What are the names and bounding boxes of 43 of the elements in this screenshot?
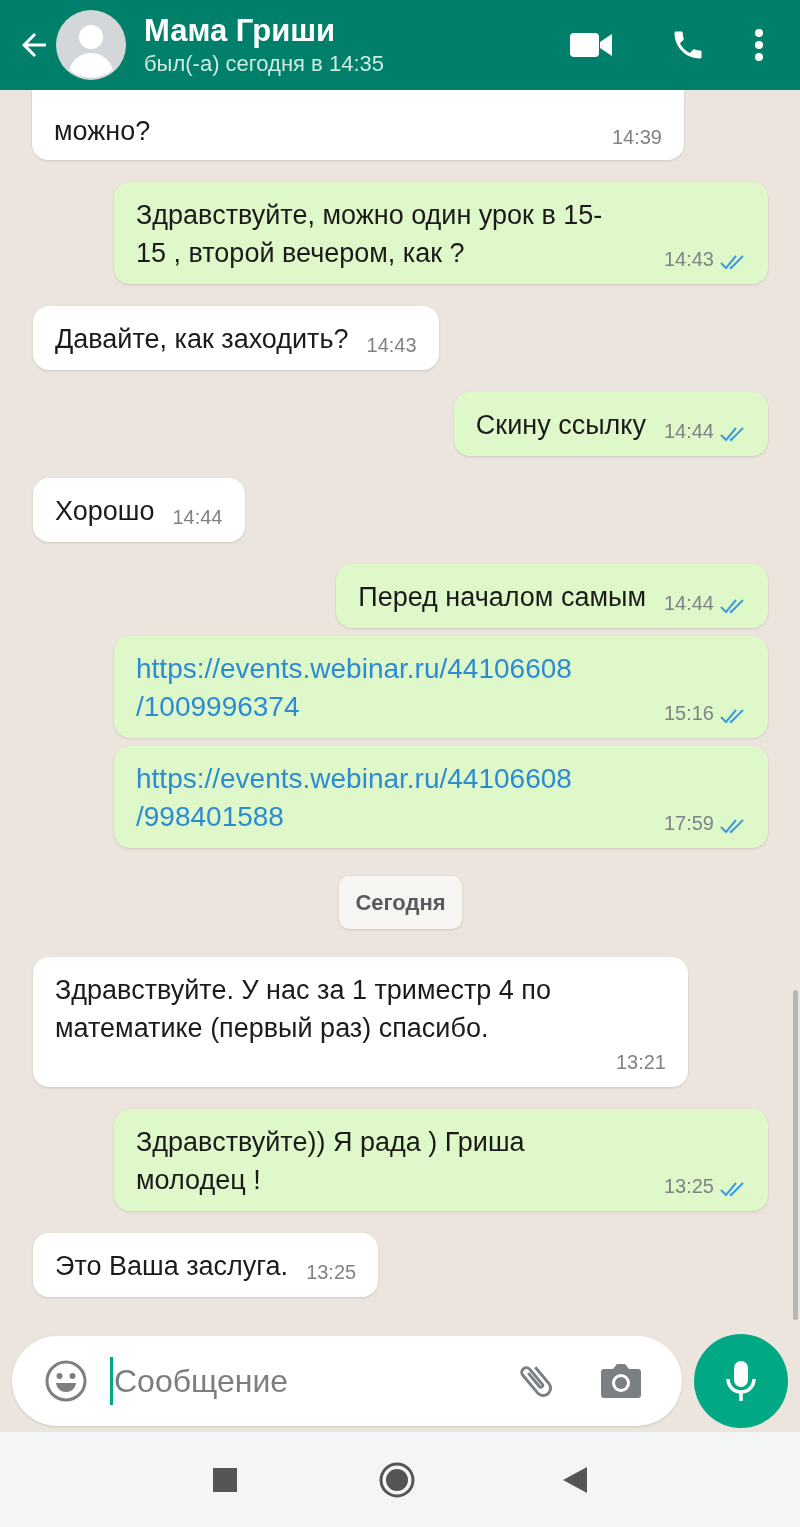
- message-text: Это Ваша заслуга.: [55, 1250, 289, 1283]
- home-button[interactable]: [379, 1461, 415, 1498]
- contact-name: Мама Гриши: [144, 12, 337, 50]
- message-text: Здравствуйте. У нас за 1 триместр 4 по математике (первый раз) спасибо.: [55, 974, 552, 1045]
- camera-icon[interactable]: [600, 1362, 642, 1400]
- message-time: 13:25: [663, 1174, 714, 1199]
- received-message-bubble[interactable]: Давайте, как заходить? 14:43: [33, 306, 439, 370]
- message-text: Здравствуйте)) Я рада ) Гриша молодец !: [136, 1126, 526, 1197]
- message-text-input[interactable]: Сообщение: [114, 1357, 494, 1405]
- received-message-bubble[interactable]: Здравствуйте. У нас за 1 триместр 4 по математике (первый раз) спасибо. 13:21: [33, 957, 688, 1087]
- back-button[interactable]: [563, 1466, 587, 1493]
- message-text: можно?: [54, 115, 151, 148]
- scrollbar[interactable]: [793, 990, 798, 1320]
- received-message-bubble[interactable]: Это Ваша заслуга. 13:25: [33, 1233, 379, 1297]
- message-text: Давайте, как заходить?: [55, 323, 349, 356]
- message-time: 13:25: [306, 1260, 357, 1285]
- received-message-bubble[interactable]: Хорошо 14:44: [33, 478, 245, 542]
- message-time: 14:44: [663, 591, 714, 616]
- message-time: 14:39: [611, 125, 662, 150]
- message-time: 14:44: [172, 505, 223, 530]
- message-time: 17:59: [663, 811, 714, 836]
- microphone-icon: [724, 1359, 759, 1403]
- message-time: 13:21: [615, 1050, 666, 1075]
- received-message-bubble[interactable]: можно? 14:39: [32, 90, 684, 160]
- sent-message-bubble[interactable]: Скину ссылку 14:44: [453, 392, 768, 456]
- message-text: Перед началом самым: [358, 581, 646, 614]
- message-text: Здравствуйте, можно один урок в 15-15 , второй вечером, как ?: [136, 199, 604, 270]
- recent-apps-button[interactable]: [213, 1467, 237, 1492]
- sent-message-bubble[interactable]: Перед началом самым 14:44: [336, 564, 768, 628]
- video-call-icon[interactable]: [570, 31, 612, 59]
- message-time: 14:43: [663, 247, 714, 272]
- avatar-icon[interactable]: [56, 10, 126, 80]
- sent-message-bubble[interactable]: Здравствуйте, можно один урок в 15-15 , второй вечером, как ? 14:43: [114, 182, 768, 284]
- message-text: Хорошо: [55, 495, 155, 528]
- emoji-icon[interactable]: [44, 1359, 88, 1403]
- more-options-icon[interactable]: [754, 28, 764, 62]
- message-time: 14:43: [366, 333, 417, 358]
- message-text: Скину ссылку: [475, 409, 646, 442]
- last-seen-status: был(-а) сегодня в 14:35: [144, 50, 384, 78]
- sent-message-bubble[interactable]: Здравствуйте)) Я рада ) Гриша молодец ! 13:25: [114, 1109, 768, 1211]
- message-time: 14:44: [663, 419, 714, 444]
- message-time: 15:16: [663, 701, 714, 726]
- message-input-field[interactable]: Сообщение: [12, 1336, 683, 1426]
